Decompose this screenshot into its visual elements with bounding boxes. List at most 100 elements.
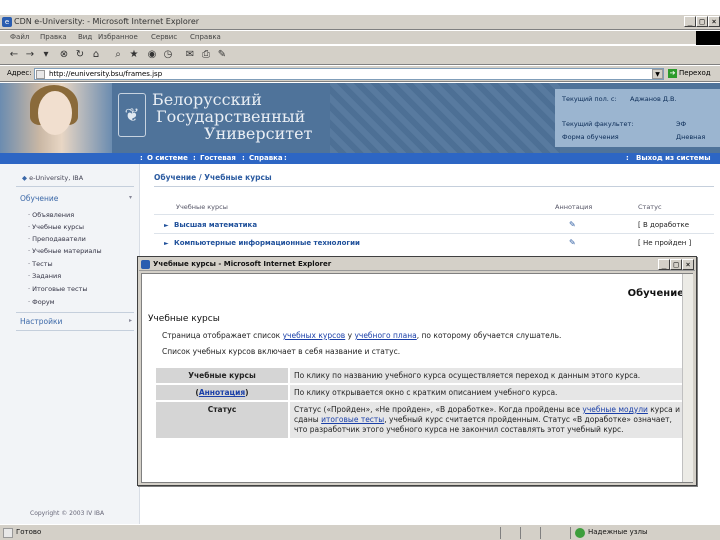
back-icon[interactable]: ← xyxy=(8,49,20,61)
minimize-button[interactable]: _ xyxy=(684,16,696,27)
go-button[interactable]: ➔ Переход xyxy=(668,69,711,78)
sidebar-item-courses[interactable]: · Учебные курсы xyxy=(28,223,84,231)
link-annotation[interactable]: Аннотация xyxy=(199,388,245,397)
popup-close-button[interactable]: × xyxy=(682,259,694,270)
logout-link[interactable]: Выход из системы xyxy=(636,154,711,162)
home-icon[interactable]: ⌂ xyxy=(90,49,102,61)
sidebar-logo: ◆ e-University, IBA xyxy=(22,174,84,182)
university-emblem-icon: ❦ xyxy=(118,93,146,137)
col-annotation-header: Аннотация xyxy=(555,203,593,211)
row-label: Учебные курсы xyxy=(154,366,290,385)
sidebar-item-teachers[interactable]: · Преподаватели xyxy=(28,235,86,243)
help-popup-window: Учебные курсы - Microsoft Internet Explo… xyxy=(137,256,697,486)
menu-help[interactable]: Справка xyxy=(190,33,221,41)
faculty-label: Текущий факультет: xyxy=(562,120,634,128)
row-text: Статус («Пройден», «Не пройден», «В дора… xyxy=(288,400,686,440)
address-dropdown-icon[interactable]: ▼ xyxy=(652,69,663,79)
popup-titlebar: Учебные курсы - Microsoft Internet Explo… xyxy=(139,258,695,271)
popup-maximize-button[interactable]: □ xyxy=(670,259,682,270)
course-link[interactable]: Компьютерные информационные технологии xyxy=(174,239,360,247)
sidebar-item-materials[interactable]: · Учебные материалы xyxy=(28,247,102,255)
sidebar-section-learning[interactable]: Обучение xyxy=(20,194,58,203)
address-input[interactable]: http://euniversity.bsu/frames.jsp xyxy=(34,68,664,80)
course-status: [ В доработке xyxy=(638,221,690,229)
expand-icon[interactable]: ▸ xyxy=(129,317,132,324)
row-label: (Аннотация) xyxy=(154,383,290,402)
history-icon[interactable]: ◷ xyxy=(162,49,174,61)
popup-section-heading: Обучение xyxy=(627,288,684,299)
col-course-header: Учебные курсы xyxy=(176,203,228,211)
row-arrow-icon: ► xyxy=(164,222,169,229)
row-text: По клику по названию учебного курса осущ… xyxy=(288,366,686,385)
study-form-label: Форма обучения xyxy=(562,133,619,141)
sidebar-item-announcements[interactable]: · Объявления xyxy=(28,211,74,219)
menu-favorites[interactable]: Избранное xyxy=(98,33,138,41)
menu-view[interactable]: Вид xyxy=(78,33,92,41)
table-row: Статус Статус («Пройден», «Не пройден», … xyxy=(154,400,686,440)
header-pattern xyxy=(330,83,560,153)
windows-logo-icon xyxy=(696,31,720,45)
nav-help[interactable]: Справка xyxy=(249,154,283,162)
address-label: Адрес: xyxy=(7,69,32,77)
toolbar: ← → ▾ ⊗ ↻ ⌂ ⌕ ★ ◉ ◷ ✉ ⎙ ✎ xyxy=(0,46,720,65)
nav-guestbook[interactable]: Гостевая xyxy=(200,154,236,162)
course-status: [ Не пройден ] xyxy=(638,239,692,247)
menu-edit[interactable]: Правка xyxy=(40,33,67,41)
maximize-button[interactable]: □ xyxy=(696,16,708,27)
menu-tools[interactable]: Сервис xyxy=(151,33,177,41)
search-icon[interactable]: ⌕ xyxy=(112,49,124,61)
row-arrow-icon: ► xyxy=(164,240,169,247)
university-name: Белорусский Государственный Университет xyxy=(152,90,313,143)
ie-logo-icon: e xyxy=(2,17,12,27)
logo-icon: ◆ xyxy=(22,174,27,182)
course-link[interactable]: Высшая математика xyxy=(174,221,257,229)
trusted-zone-icon xyxy=(575,528,585,538)
sidebar-item-tests[interactable]: · Тесты xyxy=(28,260,53,268)
window-titlebar: e CDN e-University: - Microsoft Internet… xyxy=(0,15,720,30)
status-bar: Готово Надежные узлы xyxy=(0,524,720,540)
security-zone: Надежные узлы xyxy=(588,528,648,536)
favorites-icon[interactable]: ★ xyxy=(128,49,140,61)
sidebar-section-settings[interactable]: Настройки xyxy=(20,317,62,326)
media-icon[interactable]: ◉ xyxy=(146,49,158,61)
mail-icon[interactable]: ✉ xyxy=(184,49,196,61)
sidebar-item-final-tests[interactable]: · Итоговые тесты xyxy=(28,285,87,293)
close-button[interactable]: × xyxy=(708,16,720,27)
annotation-book-icon[interactable]: ✎ xyxy=(569,220,576,229)
popup-scrollbar[interactable] xyxy=(682,274,693,482)
sidebar-item-assignments[interactable]: · Задания xyxy=(28,272,61,280)
edit-icon[interactable]: ✎ xyxy=(216,49,228,61)
popup-minimize-button[interactable]: _ xyxy=(658,259,670,270)
link-modules[interactable]: учебные модули xyxy=(582,405,647,414)
dropdown-icon[interactable]: ▾ xyxy=(40,49,52,61)
stop-icon[interactable]: ⊗ xyxy=(58,49,70,61)
print-icon[interactable]: ⎙ xyxy=(200,49,212,61)
status-text: Готово xyxy=(16,528,42,536)
forward-icon[interactable]: → xyxy=(24,49,36,61)
page-done-icon xyxy=(3,528,13,538)
menu-file[interactable]: Файл xyxy=(10,33,29,41)
study-form-value: Дневная xyxy=(676,133,706,141)
nav-about[interactable]: О системе xyxy=(147,154,188,162)
sidebar: ◆ e-University, IBA Обучение ▾ · Объявле… xyxy=(0,164,140,524)
collapse-icon[interactable]: ▾ xyxy=(129,194,132,201)
ie-logo-icon xyxy=(141,260,150,269)
go-label: Переход xyxy=(679,69,711,77)
link-study-plan[interactable]: учебного плана xyxy=(354,331,416,340)
help-table: Учебные курсы По клику по названию учебн… xyxy=(154,366,686,440)
popup-line-2: Список учебных курсов включает в себя на… xyxy=(162,347,401,356)
annotation-book-icon[interactable]: ✎ xyxy=(569,238,576,247)
site-header: ❦ Белорусский Государственный Университе… xyxy=(0,83,720,153)
go-arrow-icon: ➔ xyxy=(668,69,677,78)
user-name: Аджанов Д.В. xyxy=(630,95,677,103)
popup-line-1: Страница отображает список учебных курсо… xyxy=(162,331,562,340)
link-courses[interactable]: учебных курсов xyxy=(283,331,346,340)
table-row: (Аннотация) По клику открывается окно с … xyxy=(154,383,686,402)
window-title: CDN e-University: - Microsoft Internet E… xyxy=(14,17,200,26)
refresh-icon[interactable]: ↻ xyxy=(74,49,86,61)
copyright: Copyright © 2003 IV IBA xyxy=(30,510,105,517)
sidebar-item-forum[interactable]: · Форум xyxy=(28,298,55,306)
breadcrumb: Обучение / Учебные курсы xyxy=(154,173,272,182)
popup-title: Учебные курсы - Microsoft Internet Explo… xyxy=(153,260,332,268)
link-final-tests[interactable]: итоговые тесты xyxy=(321,415,384,424)
